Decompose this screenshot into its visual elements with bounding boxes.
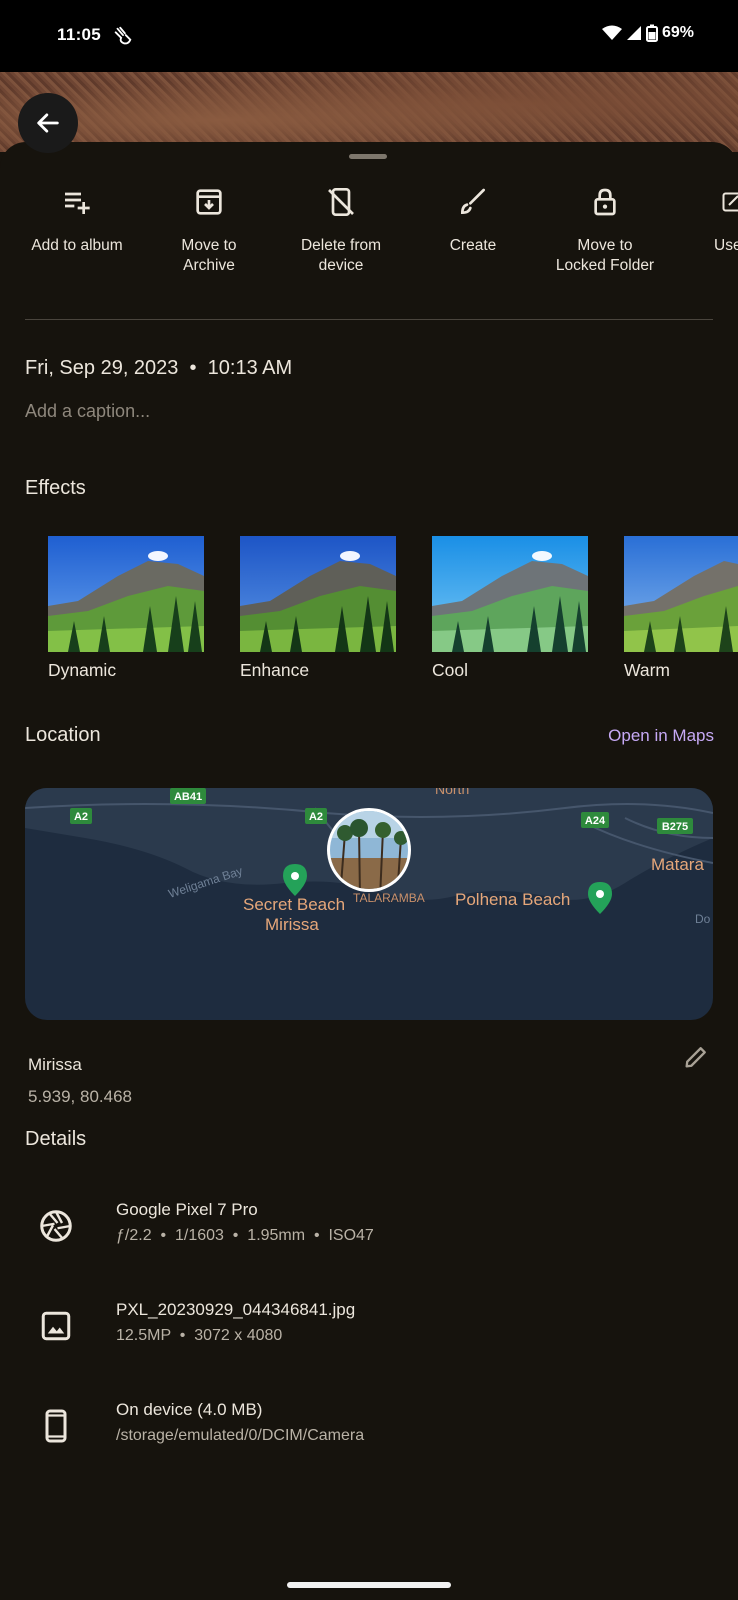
hand-gesture-icon (114, 26, 132, 45)
photo-preview[interactable] (0, 72, 738, 152)
lock-icon (594, 188, 616, 216)
image-icon (41, 1311, 71, 1341)
photo-date: Fri, Sep 29, 2023 • 10:13 AM (25, 357, 293, 379)
caption-input[interactable]: Add a caption... (25, 401, 150, 422)
status-icons: 69% (601, 24, 694, 42)
detail-title: PXL_20230929_044346841.jpg (116, 1300, 356, 1319)
move-to-archive-button[interactable]: Move to Archive (134, 182, 284, 276)
drag-handle[interactable] (349, 154, 387, 159)
brush-icon (460, 188, 485, 215)
status-time: 11:05 (57, 25, 102, 44)
delete-device-icon (328, 188, 354, 216)
delete-from-device-button[interactable]: Delete from device (266, 182, 416, 276)
map-label: A24 (585, 815, 606, 827)
detail-subtitle: ƒ/2.2 • 1/1603 • 1.95mm • ISO47 (116, 1227, 374, 1244)
effect-label: Dynamic (48, 660, 117, 680)
battery-percent: 69% (661, 24, 694, 41)
use-as-button[interactable]: Use (704, 182, 738, 256)
detail-subtitle: /storage/emulated/0/DCIM/Camera (116, 1427, 365, 1444)
divider (25, 319, 713, 320)
camera-aperture-icon (40, 1210, 72, 1242)
map-label: A2 (74, 811, 88, 823)
location-map[interactable]: AB41 A2 A2 A24 B275 North Weligama Bay S… (25, 788, 713, 1020)
location-title: Location (25, 724, 101, 746)
effects-title: Effects (25, 477, 86, 499)
details-title: Details (25, 1128, 87, 1150)
map-label: A2 (309, 811, 323, 823)
archive-icon (196, 189, 222, 215)
add-to-album-button[interactable]: Add to album (2, 182, 152, 256)
effect-cool[interactable]: Cool (432, 536, 588, 680)
arrow-back-icon (37, 113, 59, 133)
effect-thumbnail (240, 536, 396, 652)
effect-label: Cool (432, 660, 468, 680)
action-label: Delete from device (300, 237, 382, 274)
pencil-icon (685, 1047, 706, 1068)
effect-thumbnail (432, 536, 588, 652)
create-button[interactable]: Create (398, 182, 548, 256)
camera-detail: Google Pixel 7 Pro ƒ/2.2 • 1/1603 • 1.95… (0, 1200, 738, 1270)
battery-icon (645, 24, 658, 42)
open-in-icon (722, 192, 738, 212)
map-label: Matara (651, 855, 704, 874)
action-label: Move to Archive (181, 237, 237, 274)
wifi-icon (601, 25, 622, 40)
gesture-nav-bar[interactable] (287, 1582, 451, 1588)
playlist-add-icon (65, 192, 90, 214)
detail-title: Google Pixel 7 Pro (116, 1200, 258, 1219)
info-sheet: Add to album Move to Archive Delete from… (0, 142, 738, 1600)
place-name: Mirissa (28, 1055, 82, 1074)
effect-label: Enhance (240, 660, 310, 680)
polhena-beach-pin[interactable] (588, 882, 612, 914)
map-label: AB41 (174, 791, 202, 803)
edit-location-button[interactable] (679, 1040, 713, 1074)
status-bar: 11:05 69% (0, 0, 738, 72)
action-label: Create (449, 237, 497, 254)
secret-beach-pin[interactable] (283, 864, 307, 896)
action-label: Add to album (31, 237, 123, 254)
detail-subtitle: 12.5MP • 3072 x 4080 (116, 1327, 283, 1344)
map-label: North (435, 788, 469, 797)
action-row: Add to album Move to Archive Delete from… (0, 182, 738, 292)
back-button[interactable] (18, 93, 78, 153)
signal-icon (626, 26, 641, 40)
map-label: Secret Beach (243, 895, 345, 914)
map-label: TALARAMBA (353, 891, 425, 905)
effect-label: Warm (624, 660, 671, 680)
coordinates: 5.939, 80.468 (28, 1087, 132, 1106)
map-label: Mirissa (265, 915, 319, 934)
map-label: Do (695, 912, 711, 926)
effect-thumbnail (48, 536, 204, 652)
file-detail: PXL_20230929_044346841.jpg 12.5MP • 3072… (0, 1300, 738, 1370)
effect-warm[interactable]: Warm (624, 536, 738, 680)
map-label: Polhena Beach (455, 890, 570, 909)
action-label: Move to Locked Folder (555, 237, 655, 274)
storage-detail: On device (4.0 MB) /storage/emulated/0/D… (0, 1400, 738, 1470)
effect-enhance[interactable]: Enhance (240, 536, 396, 680)
detail-title: On device (4.0 MB) (116, 1400, 263, 1419)
move-to-locked-folder-button[interactable]: Move to Locked Folder (530, 182, 680, 276)
phone-icon (45, 1409, 67, 1443)
effect-thumbnail (624, 536, 738, 652)
map-label: B275 (662, 821, 688, 833)
open-in-maps-link[interactable]: Open in Maps (608, 726, 714, 746)
effect-dynamic[interactable]: Dynamic (48, 536, 204, 680)
action-label: Use (714, 237, 738, 254)
